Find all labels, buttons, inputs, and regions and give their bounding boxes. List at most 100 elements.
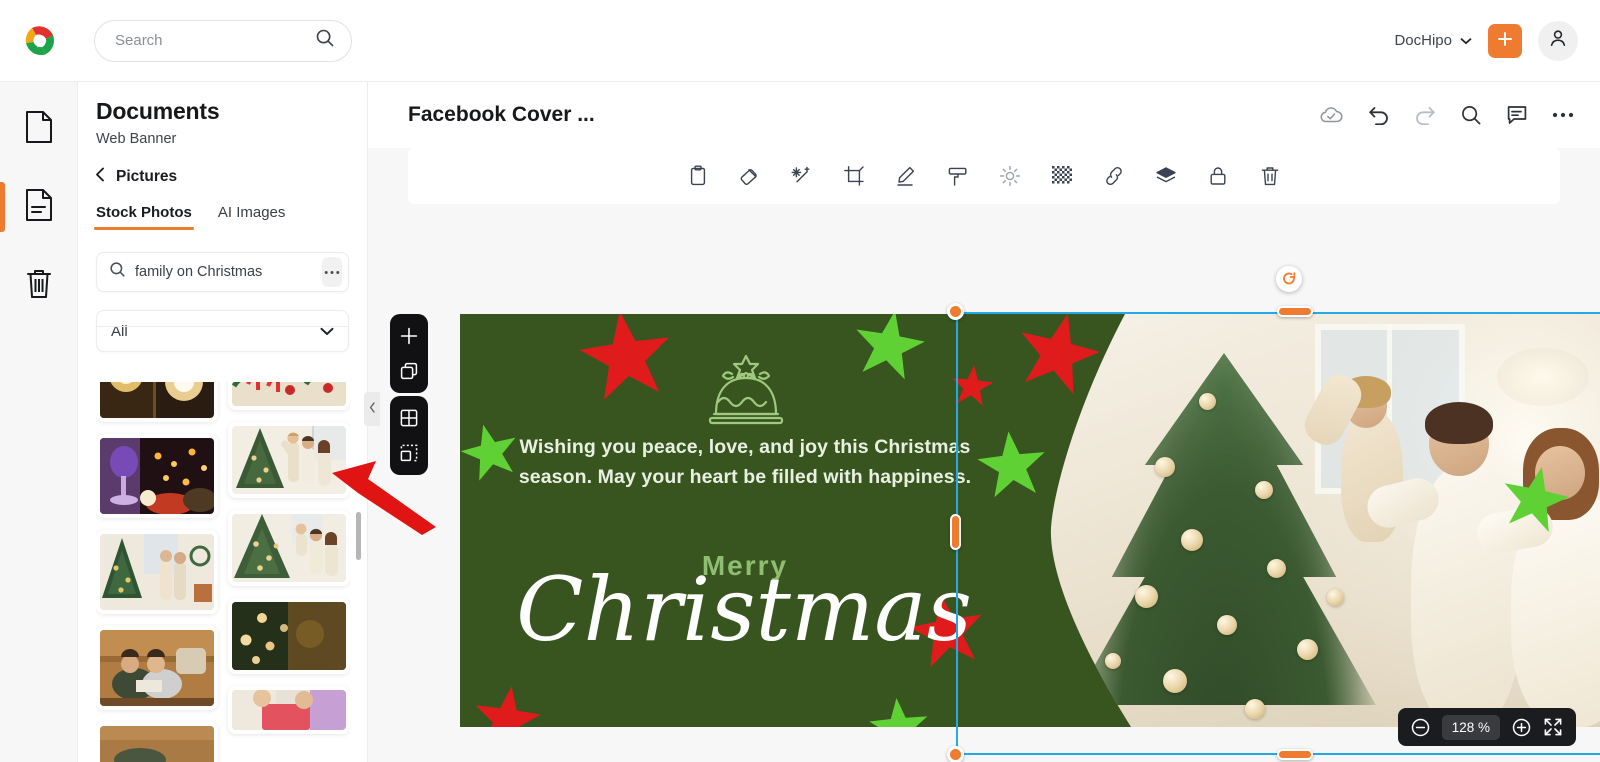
star-green-right (1493, 457, 1576, 540)
document-lines-icon (24, 188, 54, 227)
global-search-box[interactable] (94, 19, 352, 62)
trash-icon[interactable] (1257, 163, 1283, 189)
selection-handle-bottom-left[interactable] (947, 746, 964, 762)
collapse-panel-button[interactable] (364, 392, 380, 426)
duplicate-icon[interactable] (398, 360, 420, 382)
sidebar-item-my-documents[interactable] (0, 178, 78, 236)
red-arrow-pointer (330, 455, 440, 535)
thumb-wine-table[interactable] (96, 434, 218, 518)
thumb-cabin-bottom[interactable] (96, 722, 218, 762)
magic-wand-icon[interactable] (789, 163, 815, 189)
chevron-down-icon (1460, 32, 1472, 49)
page-title: Documents (96, 98, 220, 124)
photo-father-hair (1425, 402, 1493, 444)
pen-icon[interactable] (893, 163, 919, 189)
sidebar-item-trash[interactable] (0, 256, 78, 314)
crop-icon[interactable] (841, 163, 867, 189)
left-icon-rail (0, 82, 78, 762)
tab-stock-photos-label: Stock Photos (96, 204, 192, 221)
document-actions (1318, 104, 1600, 126)
redo-arrow-icon[interactable] (1414, 105, 1436, 125)
topbar-actions: DocHipo (1394, 20, 1600, 61)
photo-search-box[interactable] (96, 252, 349, 292)
search-icon (315, 28, 335, 53)
clipboard-icon[interactable] (685, 163, 711, 189)
account-avatar-button[interactable] (1538, 20, 1578, 61)
eraser-icon[interactable] (737, 163, 763, 189)
selection-handle-bottom-middle[interactable] (1277, 749, 1313, 760)
tab-stock-photos[interactable]: Stock Photos (94, 204, 194, 230)
tabs-divider (96, 326, 349, 327)
zoom-in-icon[interactable] (1512, 718, 1531, 737)
search-icon[interactable] (1460, 104, 1482, 126)
zoom-controls: 128 % (1397, 708, 1576, 746)
document-title[interactable]: Facebook Cover ... (408, 103, 595, 127)
grid-icon[interactable] (398, 407, 420, 429)
stock-photo-grid (96, 382, 350, 762)
selection-handle-top-left[interactable] (947, 303, 964, 320)
category-filter-dropdown[interactable]: All (96, 310, 349, 352)
selection-handle-top-middle[interactable] (1277, 306, 1313, 317)
thumb-gift-wrapping[interactable] (228, 686, 350, 734)
thumb-couple-tree[interactable] (96, 530, 218, 614)
layers-icon[interactable] (1153, 163, 1179, 189)
star-green-bottom (865, 693, 932, 727)
dochipo-editor-app: DocHipo (0, 0, 1600, 762)
plus-icon[interactable] (398, 325, 420, 347)
paint-roller-icon[interactable] (945, 163, 971, 189)
lock-icon[interactable] (1205, 163, 1231, 189)
breadcrumb-back-pictures[interactable]: Pictures (95, 167, 367, 186)
search-icon (109, 261, 126, 283)
sidebar-item-blank-document[interactable] (0, 100, 78, 158)
chevron-left-icon (95, 167, 105, 186)
tab-ai-images-label: AI Images (217, 204, 286, 221)
star-red-bottom-left (467, 679, 546, 727)
thumbnail-column-right (228, 382, 350, 762)
undo-arrow-icon[interactable] (1368, 105, 1390, 125)
thumb-tree-lights[interactable] (228, 598, 350, 674)
thumb-candles-bokeh[interactable] (96, 382, 218, 422)
comment-icon[interactable] (1506, 104, 1528, 126)
search-options-button[interactable] (322, 257, 342, 287)
more-options-icon[interactable] (1552, 112, 1574, 118)
ellipsis-icon (324, 270, 340, 275)
workspace-label: DocHipo (1394, 32, 1452, 49)
document-header: Facebook Cover ... (368, 82, 1600, 148)
greeting-message-text[interactable]: Wishing you peace, love, and joy this Ch… (510, 432, 980, 492)
link-icon[interactable] (1101, 163, 1127, 189)
zoom-out-icon[interactable] (1411, 718, 1430, 737)
zoom-level-value[interactable]: 128 % (1441, 714, 1500, 740)
star-green-top-mid (846, 314, 932, 388)
brightness-icon[interactable] (997, 163, 1023, 189)
photo-search-input[interactable] (135, 264, 322, 280)
fullscreen-icon[interactable] (1543, 717, 1563, 737)
dochipo-logo-icon[interactable] (20, 21, 60, 61)
panel-subtitle: Web Banner (96, 131, 177, 147)
create-new-button[interactable] (1488, 23, 1522, 58)
document-icon (24, 110, 54, 149)
star-red-top-left (572, 314, 680, 410)
panel-tabs: Stock Photos AI Images (94, 204, 367, 230)
tab-ai-images[interactable]: AI Images (218, 204, 286, 230)
breadcrumb-label: Pictures (116, 167, 178, 185)
star-red-small-mid (948, 362, 996, 410)
page-tools-panel (390, 314, 428, 393)
christmas-pudding-icon[interactable] (696, 352, 796, 434)
cloud-check-icon[interactable] (1318, 105, 1344, 125)
selection-handle-middle-left[interactable] (950, 514, 961, 550)
design-canvas[interactable]: Wishing you peace, love, and joy this Ch… (460, 314, 1600, 727)
canvas-viewport[interactable]: Wishing you peace, love, and joy this Ch… (368, 204, 1600, 762)
thumbnail-column-left (96, 382, 218, 762)
photo-chandelier (1497, 348, 1589, 406)
global-search-input[interactable] (115, 32, 315, 49)
thumb-kids-reading[interactable] (96, 626, 218, 710)
star-green-mid (972, 425, 1051, 504)
rotate-icon[interactable] (1276, 266, 1302, 292)
thumb-candy-canes[interactable] (228, 382, 350, 410)
checker-pattern-icon[interactable] (1049, 163, 1075, 189)
chevron-left-icon (369, 402, 376, 416)
top-bar: DocHipo (0, 0, 1600, 82)
element-toolbar (408, 148, 1560, 204)
workspace-selector[interactable]: DocHipo (1394, 32, 1472, 49)
christmas-text[interactable]: Christmas (494, 566, 994, 654)
